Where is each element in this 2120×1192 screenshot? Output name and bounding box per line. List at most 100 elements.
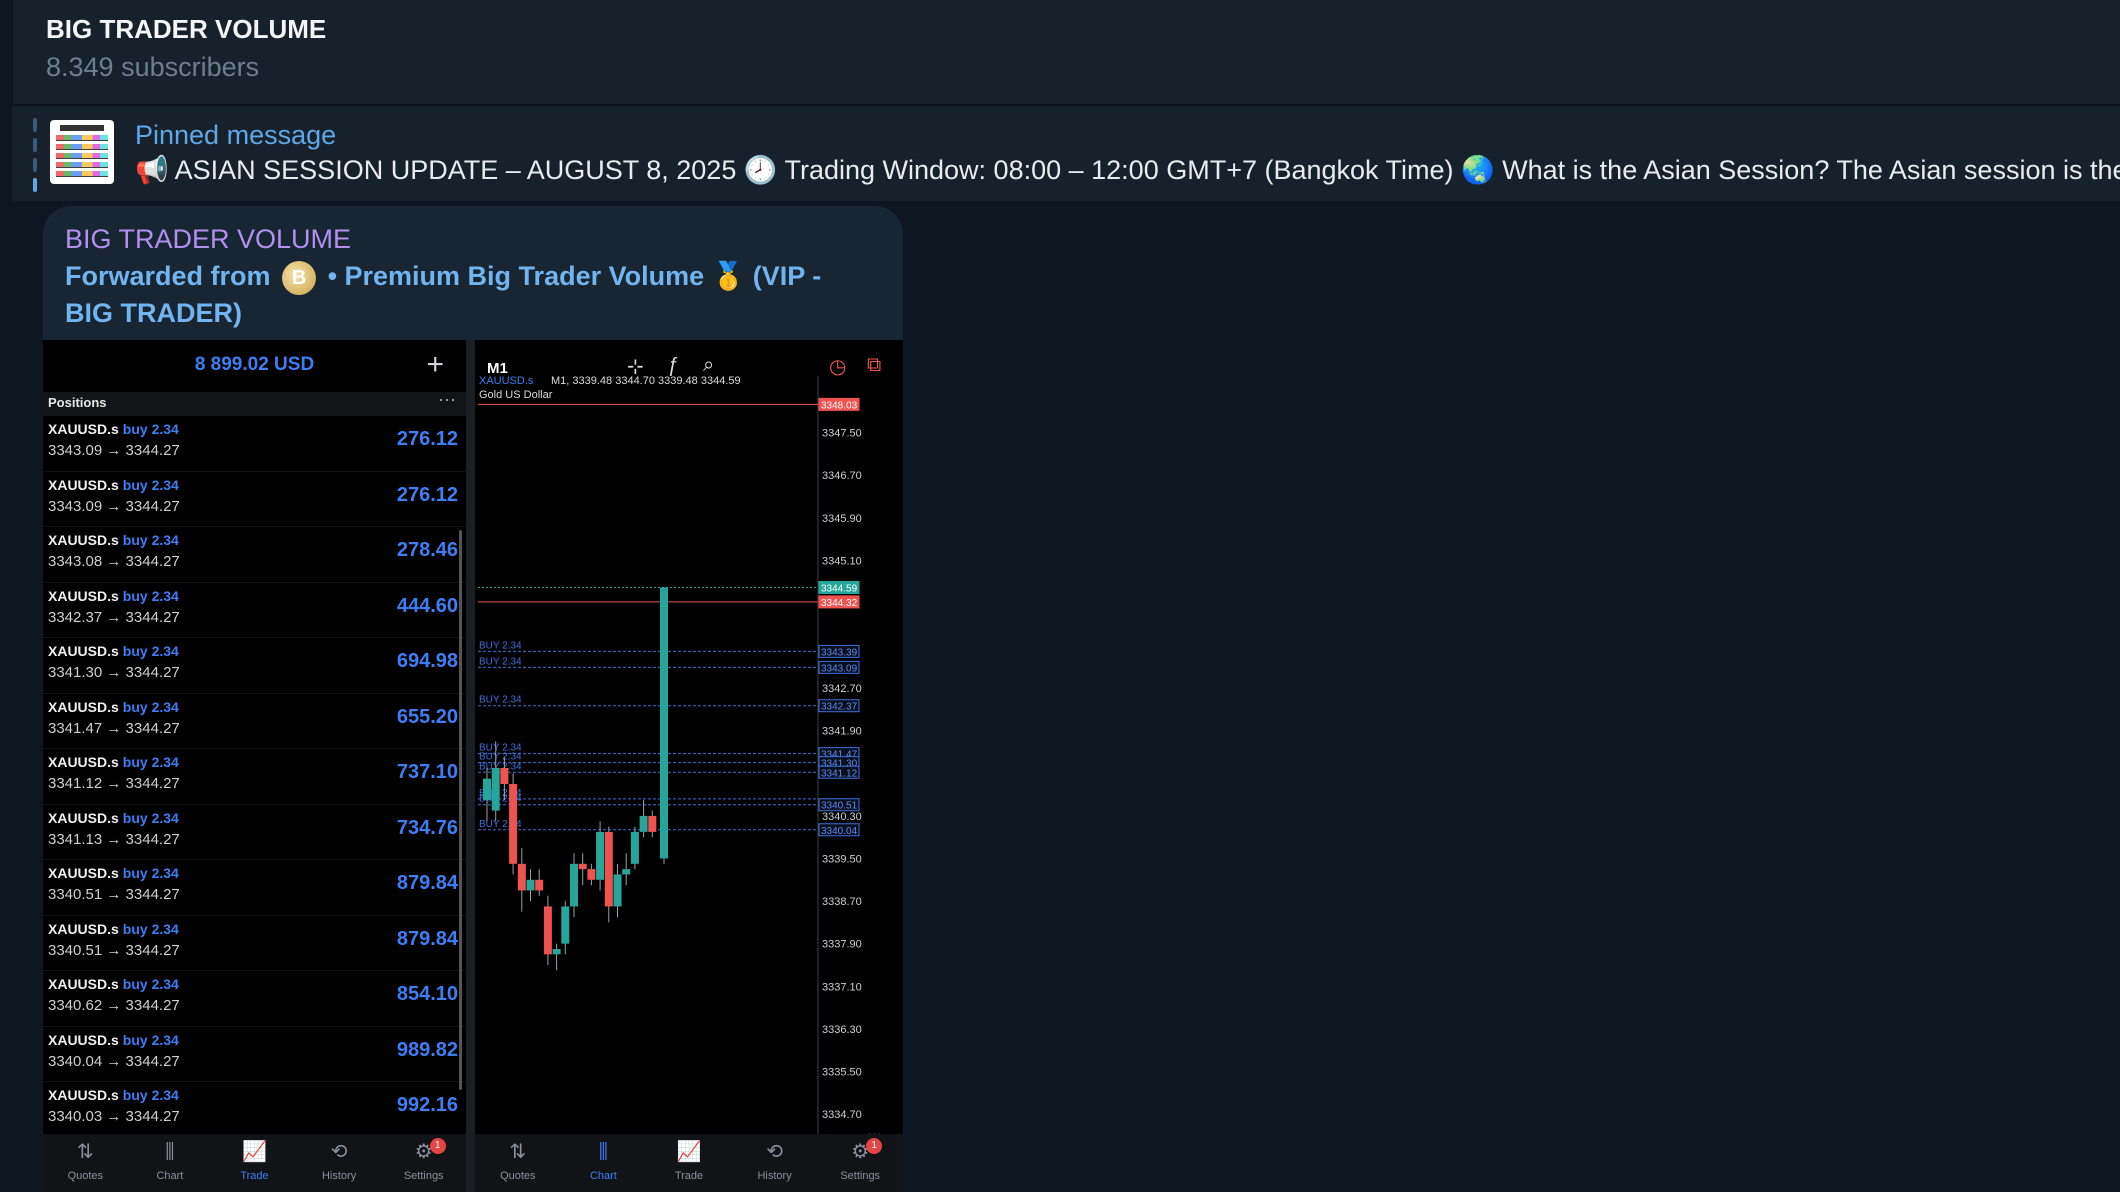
position-side: buy 2.34 bbox=[122, 754, 179, 770]
chat-header[interactable]: BIG TRADER VOLUME 8.349 subscribers bbox=[12, 0, 2120, 104]
position-row[interactable]: XAUUSD.s buy 2.34 3341.47 → 3344.27 655.20 bbox=[43, 694, 466, 749]
position-row[interactable]: XAUUSD.s buy 2.34 3340.51 → 3344.27 879.84 bbox=[43, 860, 466, 916]
tab-trade[interactable]: 📈 Trade bbox=[225, 1140, 285, 1182]
forward-source[interactable]: • Premium Big Trader Volume bbox=[328, 261, 705, 291]
tab-settings[interactable]: ⚙ Settings 1 bbox=[394, 1138, 454, 1182]
candle-body bbox=[500, 768, 509, 784]
history-icon: ⟲ bbox=[766, 1141, 783, 1163]
tab-settings[interactable]: ⚙ Settings 1 bbox=[830, 1138, 890, 1182]
position-prices: 3340.03 → 3344.27 bbox=[48, 1108, 180, 1125]
forwarded-from[interactable]: Forwarded from B • Premium Big Trader Vo… bbox=[65, 258, 865, 331]
message-author[interactable]: BIG TRADER VOLUME bbox=[65, 224, 351, 255]
position-symbol: XAUUSD.s buy 2.34 bbox=[48, 587, 179, 604]
buy-order-label: BUY 2.34 bbox=[479, 656, 522, 667]
pinned-thumbnail bbox=[50, 120, 114, 184]
position-side: buy 2.34 bbox=[122, 976, 179, 992]
position-side: buy 2.34 bbox=[122, 476, 179, 493]
tab-history[interactable]: ⟲ History bbox=[309, 1140, 369, 1182]
position-row[interactable]: XAUUSD.s buy 2.34 3340.03 → 3344.27 992.16 bbox=[43, 1082, 466, 1138]
y-tick-label: 3337.90 bbox=[822, 939, 862, 951]
tab-label: Quotes bbox=[67, 1170, 104, 1182]
position-prices: 3340.51 → 3344.27 bbox=[48, 941, 180, 959]
position-prices: 3341.30 → 3344.27 bbox=[48, 664, 180, 681]
history-icon: ⟲ bbox=[330, 1141, 348, 1163]
position-row[interactable]: XAUUSD.s buy 2.34 3340.04 → 3344.27 989.82 bbox=[43, 1027, 466, 1082]
position-prices: 3343.09 → 3344.27 bbox=[48, 497, 180, 515]
function-icon: ƒ bbox=[667, 354, 679, 376]
position-profit: 734.76 bbox=[396, 816, 458, 839]
position-profit: 854.10 bbox=[396, 983, 458, 1005]
position-side: buy 2.34 bbox=[122, 809, 179, 826]
position-profit: 278.46 bbox=[396, 539, 458, 561]
position-side: buy 2.34 bbox=[122, 421, 179, 437]
tab-label: Trade bbox=[674, 1170, 704, 1182]
channel-title[interactable]: BIG TRADER VOLUME bbox=[46, 14, 326, 45]
position-row[interactable]: XAUUSD.s buy 2.34 3343.09 → 3344.27 276.12 bbox=[43, 416, 466, 472]
tab-chart[interactable]: ⫼ Chart bbox=[573, 1140, 633, 1182]
trading-screenshot[interactable]: 8 899.02 USD + Positions ··· XAUUSD.s buy… bbox=[43, 340, 903, 1192]
scrollbar bbox=[459, 530, 462, 1090]
chart-icon: ⫼ bbox=[598, 1141, 608, 1163]
position-symbol: XAUUSD.s buy 2.34 bbox=[48, 532, 179, 548]
buy-order-label: BUY 2.34 bbox=[479, 695, 522, 706]
price-label-text: 3344.59 bbox=[821, 584, 858, 595]
position-profit: 737.10 bbox=[396, 761, 458, 783]
candle-body bbox=[552, 949, 561, 955]
position-symbol: XAUUSD.s buy 2.34 bbox=[48, 976, 179, 992]
tab-trade[interactable]: 📈 Trade bbox=[659, 1140, 719, 1182]
position-row[interactable]: XAUUSD.s buy 2.34 3343.08 → 3344.27 278.46 bbox=[43, 527, 466, 583]
price-label-text: 3340.04 bbox=[821, 826, 858, 837]
quotes-icon: ⇅ bbox=[76, 1141, 94, 1163]
position-row[interactable]: XAUUSD.s buy 2.34 3341.30 → 3344.27 694.98 bbox=[43, 638, 466, 694]
position-row[interactable]: XAUUSD.s buy 2.34 3340.62 → 3344.27 854.10 bbox=[43, 971, 466, 1027]
position-row[interactable]: XAUUSD.s buy 2.34 3342.37 → 3344.27 444.60 bbox=[43, 583, 466, 638]
trade-icon: 📈 bbox=[242, 1141, 267, 1163]
candle-body bbox=[622, 869, 631, 875]
position-prices: 3340.62 → 3344.27 bbox=[48, 997, 180, 1014]
tab-label: History bbox=[321, 1170, 357, 1182]
candle-body bbox=[535, 879, 544, 891]
position-profit: 992.16 bbox=[396, 1094, 458, 1116]
price-label-text: 3348.03 bbox=[821, 400, 858, 411]
candle-body bbox=[491, 768, 500, 811]
position-profit: 879.84 bbox=[396, 927, 458, 950]
position-side: buy 2.34 bbox=[122, 532, 179, 548]
tab-chart[interactable]: ⫼ Chart bbox=[140, 1140, 200, 1182]
position-symbol: XAUUSD.s buy 2.34 bbox=[48, 1031, 179, 1048]
positions-label: Positions bbox=[48, 395, 107, 410]
y-tick-label: 3345.10 bbox=[822, 555, 862, 567]
position-symbol: XAUUSD.s buy 2.34 bbox=[48, 920, 179, 937]
y-tick-label: 3347.50 bbox=[822, 428, 862, 440]
position-prices: 3340.51 → 3344.27 bbox=[48, 886, 180, 903]
price-label-text: 3344.32 bbox=[821, 598, 858, 609]
y-tick-label: 3346.70 bbox=[822, 470, 862, 482]
candle-body bbox=[639, 815, 648, 832]
tab-label: Settings bbox=[840, 1170, 881, 1182]
price-label-text: 3341.12 bbox=[821, 768, 858, 779]
right-tab-bar: ⇅ Quotes ⫼ Chart 📈 Trade ⟲ History ⚙ Settings 1 bbox=[475, 1134, 903, 1192]
position-symbol: XAUUSD.s buy 2.34 bbox=[48, 865, 179, 881]
position-row[interactable]: XAUUSD.s buy 2.34 3341.12 → 3344.27 737.10 bbox=[43, 749, 466, 805]
position-profit: 879.84 bbox=[396, 872, 458, 894]
position-row[interactable]: XAUUSD.s buy 2.34 3340.51 → 3344.27 879.84 bbox=[43, 916, 466, 971]
position-row[interactable]: XAUUSD.s buy 2.34 3343.09 → 3344.27 276.12 bbox=[43, 472, 466, 527]
position-row[interactable]: XAUUSD.s buy 2.34 3341.13 → 3344.27 734.76 bbox=[43, 805, 466, 860]
tab-quotes[interactable]: ⇅ Quotes bbox=[55, 1140, 115, 1182]
candle-body bbox=[648, 815, 657, 832]
position-prices: 3340.04 → 3344.27 bbox=[48, 1052, 180, 1070]
objects-icon: ⌕ bbox=[703, 354, 715, 376]
bitcoin-icon: B bbox=[282, 260, 317, 295]
position-profit: 989.82 bbox=[396, 1038, 458, 1061]
tab-quotes[interactable]: ⇅ Quotes bbox=[488, 1140, 548, 1182]
tab-history[interactable]: ⟲ History bbox=[745, 1140, 805, 1182]
notification-badge: 1 bbox=[429, 1138, 446, 1154]
y-tick-label: 3338.70 bbox=[822, 896, 862, 908]
pinned-message-bar[interactable]: Pinned message 📢 ASIAN SESSION UPDATE – … bbox=[12, 105, 2120, 201]
tab-label: Settings bbox=[403, 1170, 444, 1182]
message-bubble[interactable]: BIG TRADER VOLUME Forwarded from B • Pre… bbox=[43, 206, 903, 1192]
position-side: buy 2.34 bbox=[122, 587, 179, 604]
tab-label: History bbox=[757, 1170, 792, 1182]
candle-body bbox=[570, 863, 578, 907]
tab-label: Trade bbox=[240, 1170, 269, 1182]
chart-icon: ⫼ bbox=[165, 1141, 175, 1163]
